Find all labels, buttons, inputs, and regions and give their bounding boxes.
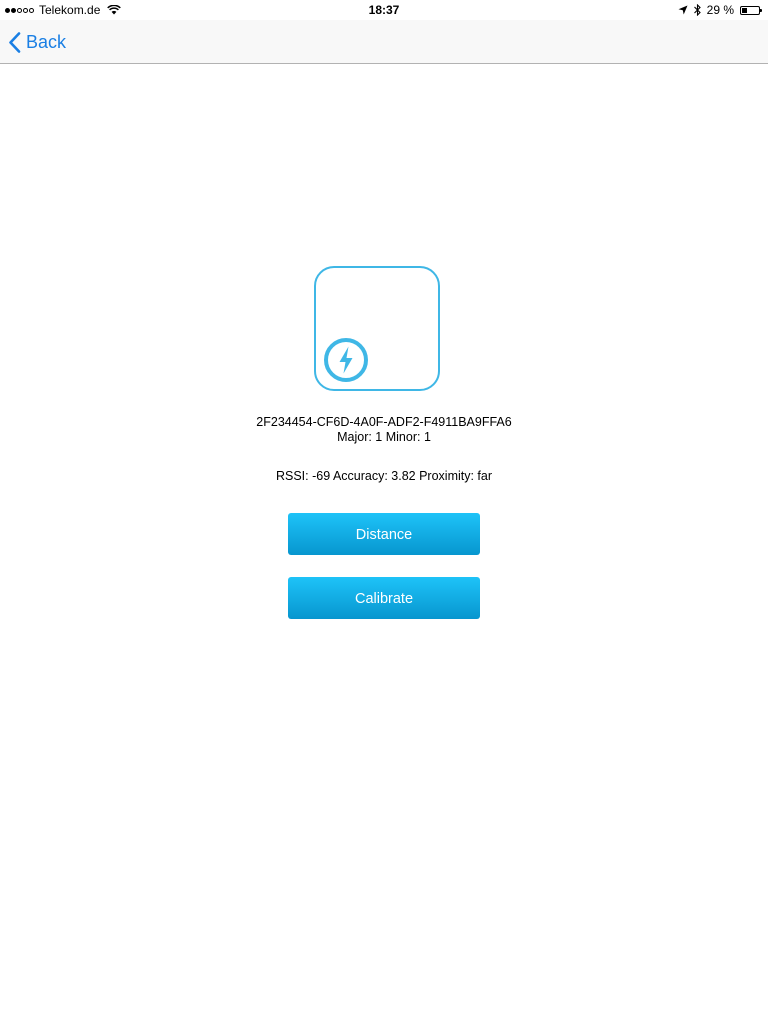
battery-icon (740, 5, 762, 15)
back-button[interactable]: Back (8, 28, 66, 56)
distance-button[interactable]: Distance (288, 513, 480, 555)
battery-percent: 29 % (706, 3, 734, 17)
bolt-icon (324, 338, 368, 382)
status-right: 29 % (678, 0, 762, 20)
status-bar: Telekom.de 18:37 29 % (0, 0, 768, 20)
bluetooth-icon (693, 4, 701, 16)
status-time: 18:37 (368, 3, 400, 17)
chevron-left-icon (9, 31, 21, 53)
calibrate-button[interactable]: Calibrate (288, 577, 480, 619)
beacon-major-minor: Major: 1 Minor: 1 (337, 430, 431, 444)
beacon-uuid: 2F234454-CF6D-4A0F-ADF2-F4911BA9FFA6 (256, 415, 512, 429)
beacon-signal-info: RSSI: -69 Accuracy: 3.82 Proximity: far (275, 469, 493, 483)
location-arrow-icon (678, 5, 688, 15)
back-label: Back (26, 31, 67, 52)
navigation-bar: Back (0, 20, 768, 64)
